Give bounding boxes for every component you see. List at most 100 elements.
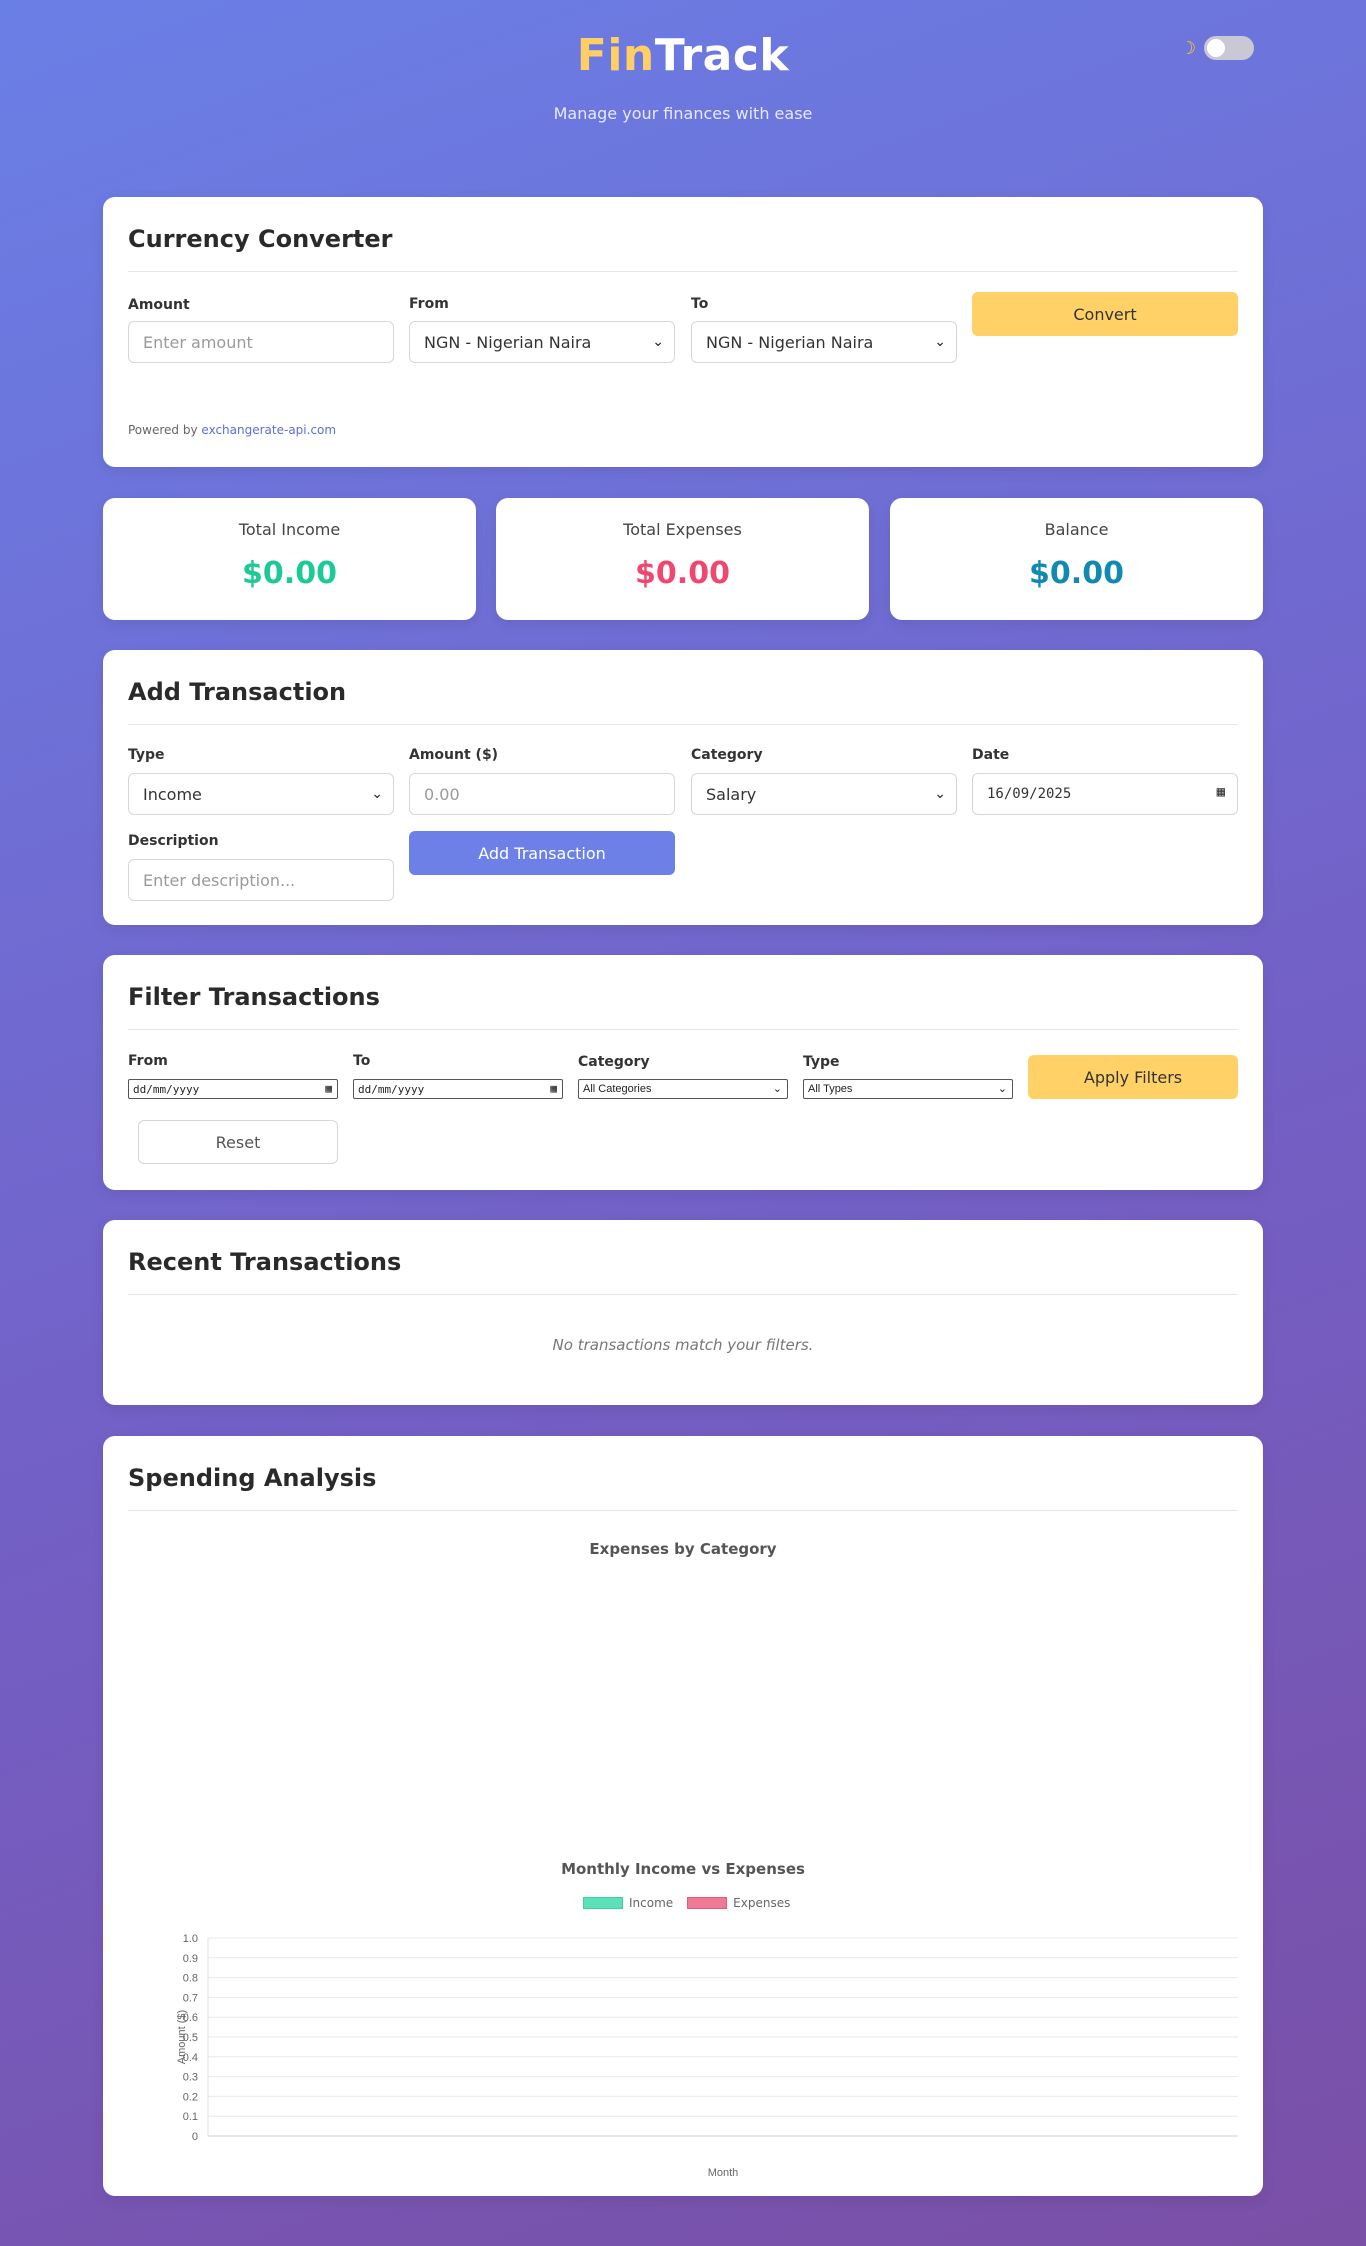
total-income-card: Total Income $0.00 [103, 498, 476, 620]
amount-label: Amount ($) [409, 747, 499, 763]
description-input[interactable]: Enter description... [128, 859, 394, 901]
filter-category-label: Category [578, 1054, 650, 1070]
date-value: 16/09/2025 [987, 786, 1072, 802]
total-income-label: Total Income [238, 520, 341, 539]
y-tick-label: 0.9 [183, 1953, 198, 1965]
y-tick-label: 0 [192, 2131, 198, 2143]
type-label: Type [128, 747, 165, 763]
legend-swatch-income [583, 1897, 623, 1909]
tagline: Manage your finances with ease [553, 104, 813, 123]
brand-name-part2: Track [654, 30, 790, 81]
calendar-icon[interactable]: ▦ [325, 1082, 332, 1095]
exchangerate-api-link[interactable]: exchangerate-api.com [201, 423, 336, 437]
filter-transactions-card: Filter Transactions From dd/mm/yyyy ▦ To… [103, 955, 1263, 1190]
filter-title: Filter Transactions [128, 983, 380, 1011]
income-expenses-bar-chart: 1.00.90.80.70.60.50.40.30.20.10Amount ($… [176, 1933, 1238, 2179]
total-expenses-value: $0.00 [635, 556, 730, 591]
y-tick-label: 0.8 [183, 1973, 198, 1985]
filter-to-label: To [353, 1053, 371, 1069]
divider [128, 271, 1238, 272]
app-header: FinTrack Manage your finances with ease … [0, 0, 1366, 150]
currency-converter-card: Currency Converter Amount Enter amount F… [103, 197, 1263, 467]
chevron-down-icon: ⌄ [652, 334, 664, 350]
filter-category-select[interactable]: All Categories ⌄ [578, 1079, 788, 1099]
chevron-down-icon: ⌄ [934, 786, 946, 802]
balance-card: Balance $0.00 [890, 498, 1263, 620]
y-tick-label: 0.2 [183, 2091, 198, 2103]
bar-chart-title: Monthly Income vs Expenses [561, 1860, 805, 1878]
converter-title: Currency Converter [128, 225, 393, 253]
y-axis-label: Amount ($) [176, 2010, 188, 2064]
filter-from-value: dd/mm/yyyy [133, 1082, 200, 1096]
y-tick-label: 1.0 [183, 1933, 198, 1945]
chevron-down-icon: ⌄ [371, 786, 383, 802]
legend-swatch-expenses [687, 1897, 728, 1909]
spending-analysis-card: Spending Analysis Expenses by Category M… [103, 1436, 1263, 2196]
expenses-pie-chart-area [128, 1566, 1238, 1866]
filter-type-label: Type [803, 1054, 840, 1070]
total-expenses-label: Total Expenses [623, 520, 742, 539]
y-tick-label: 0.1 [183, 2111, 198, 2123]
add-transaction-title: Add Transaction [128, 678, 347, 706]
converter-from-select[interactable]: NGN - Nigerian Naira ⌄ [409, 321, 675, 363]
category-select[interactable]: Salary ⌄ [691, 773, 957, 815]
calendar-icon[interactable]: ▦ [1217, 784, 1225, 800]
y-tick-label: 0.7 [183, 1992, 198, 2004]
category-value: Salary [706, 784, 757, 804]
moon-icon: ☽ [1180, 37, 1197, 59]
total-expenses-card: Total Expenses $0.00 [496, 498, 869, 620]
balance-label: Balance [1044, 520, 1109, 539]
from-currency-value: NGN - Nigerian Naira [424, 332, 592, 352]
x-axis-label: Month [708, 2167, 739, 2179]
divider [128, 724, 1238, 725]
toggle-knob [1207, 39, 1226, 57]
date-label: Date [972, 747, 1010, 763]
brand-name-part1: Fin [576, 30, 655, 81]
powered-by-note: Powered by exchangerate-api.com [128, 423, 336, 437]
legend-item-income[interactable]: Income [583, 1896, 673, 1910]
dark-mode-toggle[interactable] [1204, 36, 1255, 60]
total-income-value: $0.00 [242, 556, 337, 591]
legend-item-expenses[interactable]: Expenses [687, 1896, 790, 1910]
filter-from-date[interactable]: dd/mm/yyyy ▦ [128, 1079, 338, 1099]
reset-filters-button[interactable]: Reset [138, 1120, 338, 1164]
chart-legend: Income Expenses [583, 1896, 790, 1910]
divider [128, 1029, 1238, 1030]
recent-title: Recent Transactions [128, 1248, 402, 1276]
theme-toggle-group: ☽ [1180, 36, 1255, 60]
calendar-icon[interactable]: ▦ [550, 1082, 557, 1095]
date-input[interactable]: 16/09/2025 ▦ [972, 773, 1238, 815]
recent-transactions-card: Recent Transactions No transactions matc… [103, 1220, 1263, 1405]
filter-from-label: From [128, 1053, 168, 1069]
convert-button[interactable]: Convert [972, 292, 1238, 336]
powered-by-text: Powered by [128, 423, 198, 437]
apply-filters-button[interactable]: Apply Filters [1028, 1055, 1238, 1099]
filter-to-date[interactable]: dd/mm/yyyy ▦ [353, 1079, 563, 1099]
converter-amount-label: Amount [128, 297, 190, 313]
type-select[interactable]: Income ⌄ [128, 773, 394, 815]
type-value: Income [143, 784, 202, 804]
add-transaction-card: Add Transaction Type Income ⌄ Amount ($)… [103, 650, 1263, 925]
filter-type-select[interactable]: All Types ⌄ [803, 1079, 1013, 1099]
converter-to-label: To [691, 296, 709, 312]
empty-transactions-message: No transactions match your filters. [552, 1336, 814, 1354]
filter-to-value: dd/mm/yyyy [358, 1082, 425, 1096]
brand-logo: FinTrack [0, 30, 1366, 81]
category-label: Category [691, 747, 763, 763]
filter-category-value: All Categories [583, 1083, 652, 1095]
add-transaction-button[interactable]: Add Transaction [409, 831, 675, 875]
legend-label-income: Income [629, 1896, 674, 1910]
description-label: Description [128, 833, 219, 849]
chevron-down-icon: ⌄ [772, 1083, 782, 1095]
chevron-down-icon: ⌄ [934, 334, 946, 350]
pie-chart-title: Expenses by Category [589, 1540, 777, 1558]
chevron-down-icon: ⌄ [997, 1083, 1007, 1095]
legend-label-expenses: Expenses [733, 1896, 791, 1910]
y-tick-label: 0.3 [183, 2072, 198, 2084]
amount-input[interactable]: 0.00 [409, 773, 675, 815]
converter-amount-input[interactable]: Enter amount [128, 321, 394, 363]
analysis-title: Spending Analysis [128, 1464, 377, 1492]
divider [128, 1510, 1238, 1511]
converter-from-label: From [409, 296, 449, 312]
converter-to-select[interactable]: NGN - Nigerian Naira ⌄ [691, 321, 957, 363]
